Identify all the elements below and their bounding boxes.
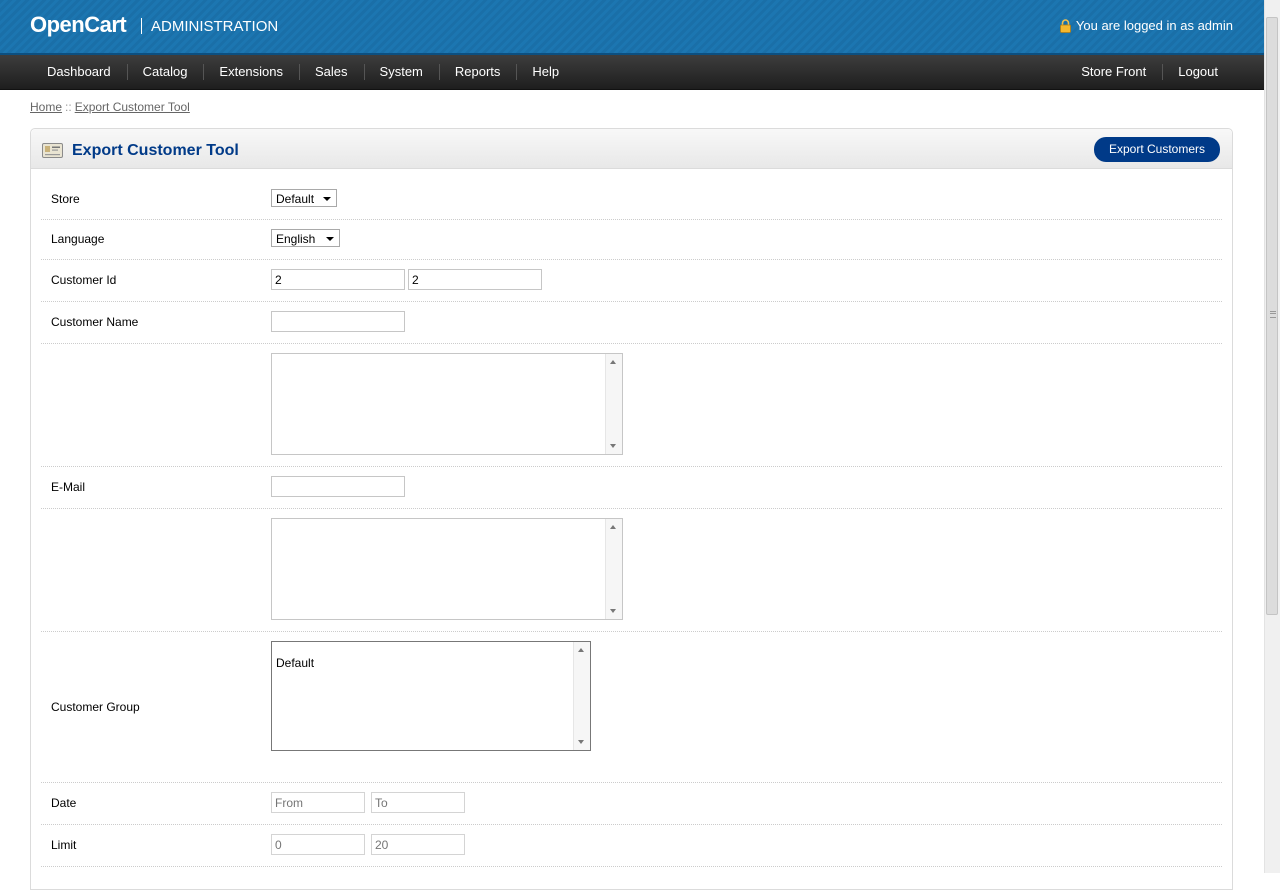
customer-group-select[interactable]: Default: [271, 641, 591, 751]
email-input[interactable]: [271, 476, 405, 497]
customer-id-label: Customer Id: [51, 273, 117, 287]
top-header: OpenCart ADMINISTRATION You are logged i…: [0, 0, 1265, 55]
lock-icon: [1060, 18, 1071, 33]
panel-heading: Export Customer Tool Export Customers: [31, 129, 1232, 169]
store-select[interactable]: Default: [271, 189, 337, 207]
export-panel: Export Customer Tool Export Customers St…: [30, 128, 1233, 890]
panel-title: Export Customer Tool: [72, 142, 239, 159]
menu-extensions[interactable]: Extensions: [203, 55, 299, 89]
store-row: Store Default: [41, 179, 1222, 220]
email-list-scrollbar[interactable]: [605, 519, 622, 619]
customer-group-label: Customer Group: [51, 700, 140, 714]
menu-store-front[interactable]: Store Front: [1065, 55, 1162, 89]
customer-id-row: Customer Id: [41, 260, 1222, 302]
limit-count-input[interactable]: [371, 834, 465, 855]
menu-sales[interactable]: Sales: [299, 55, 364, 89]
customer-name-row: Customer Name: [41, 302, 1222, 344]
menu-reports[interactable]: Reports: [438, 55, 517, 89]
administration-label: ADMINISTRATION: [151, 18, 279, 35]
date-row: Date: [41, 783, 1222, 825]
scroll-up-icon[interactable]: [610, 360, 616, 364]
opencart-logo[interactable]: OpenCart: [30, 12, 127, 38]
date-from-input[interactable]: [271, 792, 365, 813]
language-row: Language English: [41, 220, 1222, 260]
language-select[interactable]: English: [271, 229, 340, 247]
menu-dashboard[interactable]: Dashboard: [31, 55, 127, 89]
breadcrumb-current-link[interactable]: Export Customer Tool: [75, 100, 190, 114]
customer-name-input[interactable]: [271, 311, 405, 332]
logo-divider: [141, 18, 142, 34]
customer-group-row: Customer Group Default: [41, 632, 1222, 783]
scroll-up-icon[interactable]: [578, 648, 584, 652]
chevron-down-icon: [323, 197, 331, 201]
customer-name-list-row: [41, 344, 1222, 467]
store-label: Store: [51, 192, 80, 206]
customer-group-option[interactable]: Default: [276, 656, 314, 670]
main-menu: Dashboard Catalog Extensions Sales Syste…: [0, 55, 1265, 90]
chevron-down-icon: [326, 237, 334, 241]
date-label: Date: [51, 796, 77, 810]
breadcrumb: Home:: Export Customer Tool: [30, 100, 190, 114]
limit-label: Limit: [51, 838, 77, 852]
menu-logout[interactable]: Logout: [1162, 55, 1234, 89]
grip-icon: [1270, 311, 1276, 318]
language-label: Language: [51, 232, 105, 246]
breadcrumb-home-link[interactable]: Home: [30, 100, 62, 114]
customer-card-icon: [42, 143, 63, 158]
page-scrollbar[interactable]: [1264, 0, 1280, 873]
date-to-input[interactable]: [371, 792, 465, 813]
customer-name-list-scrollbar[interactable]: [605, 354, 622, 454]
customer-id-to-input[interactable]: [408, 269, 542, 290]
login-status: You are logged in as admin: [1060, 18, 1233, 33]
scroll-down-icon[interactable]: [610, 444, 616, 448]
menu-help[interactable]: Help: [516, 55, 575, 89]
export-customers-button[interactable]: Export Customers: [1093, 137, 1220, 162]
limit-row: Limit: [41, 825, 1222, 867]
customer-id-from-input[interactable]: [271, 269, 405, 290]
logged-in-text: You are logged in as admin: [1075, 18, 1233, 33]
customer-group-scrollbar[interactable]: [573, 642, 590, 750]
menu-system[interactable]: System: [363, 55, 439, 89]
scroll-up-icon[interactable]: [610, 525, 616, 529]
email-list[interactable]: [271, 518, 623, 620]
menu-catalog[interactable]: Catalog: [126, 55, 204, 89]
limit-start-input[interactable]: [271, 834, 365, 855]
email-row: E-Mail: [41, 467, 1222, 509]
scroll-down-icon[interactable]: [610, 609, 616, 613]
language-select-value: English: [276, 232, 316, 246]
email-list-row: [41, 509, 1222, 632]
email-label: E-Mail: [51, 480, 86, 494]
customer-name-label: Customer Name: [51, 315, 139, 329]
page-scrollbar-thumb[interactable]: [1266, 17, 1278, 615]
customer-name-list[interactable]: [271, 353, 623, 455]
breadcrumb-separator: ::: [65, 100, 72, 114]
store-select-value: Default: [276, 192, 315, 206]
scroll-down-icon[interactable]: [578, 740, 584, 744]
